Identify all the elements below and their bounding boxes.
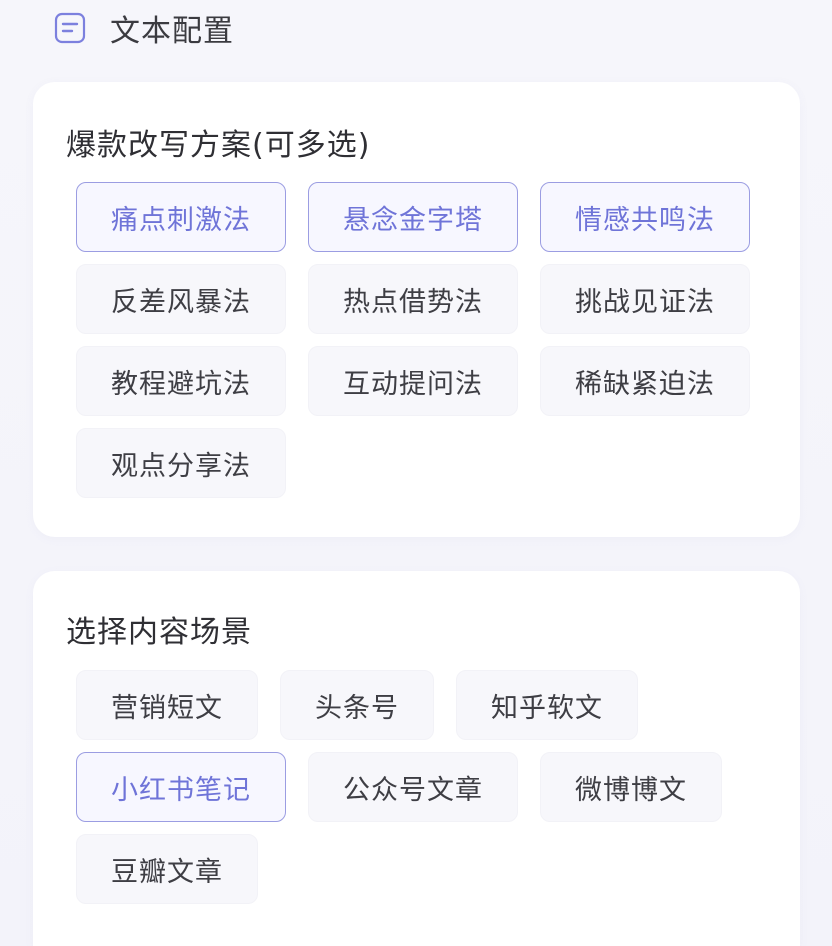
content-scene-option-3[interactable]: 知乎软文	[456, 670, 638, 740]
rewrite-plan-card: 爆款改写方案(可多选) 痛点刺激法 悬念金字塔 情感共鸣法反差风暴法 热点借势法 挑战见…	[33, 82, 800, 537]
content-scene-option-7[interactable]: 豆瓣文章	[76, 834, 258, 904]
text-config-header: 文本配置	[54, 8, 234, 49]
rewrite-plan-option-9[interactable]: 稀缺紧迫法	[540, 346, 750, 416]
rewrite-plan-option-8[interactable]: 互动提问法	[308, 346, 518, 416]
rewrite-plan-option-3[interactable]: 情感共鸣法	[540, 182, 750, 252]
content-scene-option-1[interactable]: 营销短文	[76, 670, 258, 740]
content-scene-option-4[interactable]: 小红书笔记	[76, 752, 286, 822]
rewrite-plan-option-1[interactable]: 痛点刺激法	[76, 182, 286, 252]
rewrite-plan-option-4[interactable]: 反差风暴法	[76, 264, 286, 334]
content-scene-options: 营销短文 头条号 知乎软文小红书笔记 公众号文章 微博博文豆瓣文章	[76, 670, 776, 904]
rewrite-plan-option-10[interactable]: 观点分享法	[76, 428, 286, 498]
content-scene-title: 选择内容场景	[66, 615, 252, 650]
content-scene-option-5[interactable]: 公众号文章	[308, 752, 518, 822]
rewrite-plan-options: 痛点刺激法 悬念金字塔 情感共鸣法反差风暴法 热点借势法 挑战见证法教程避坑法 互动提问法…	[76, 182, 776, 498]
content-scene-option-6[interactable]: 微博博文	[540, 752, 722, 822]
content-scene-option-2[interactable]: 头条号	[280, 670, 434, 740]
page-title: 文本配置	[110, 14, 234, 49]
rewrite-plan-option-2[interactable]: 悬念金字塔	[308, 182, 518, 252]
rewrite-plan-option-7[interactable]: 教程避坑法	[76, 346, 286, 416]
text-list-icon	[54, 12, 86, 44]
rewrite-plan-title: 爆款改写方案(可多选)	[66, 128, 371, 163]
rewrite-plan-option-5[interactable]: 热点借势法	[308, 264, 518, 334]
rewrite-plan-option-6[interactable]: 挑战见证法	[540, 264, 750, 334]
content-scene-card: 选择内容场景 营销短文 头条号 知乎软文小红书笔记 公众号文章 微博博文豆瓣文章	[33, 571, 800, 946]
